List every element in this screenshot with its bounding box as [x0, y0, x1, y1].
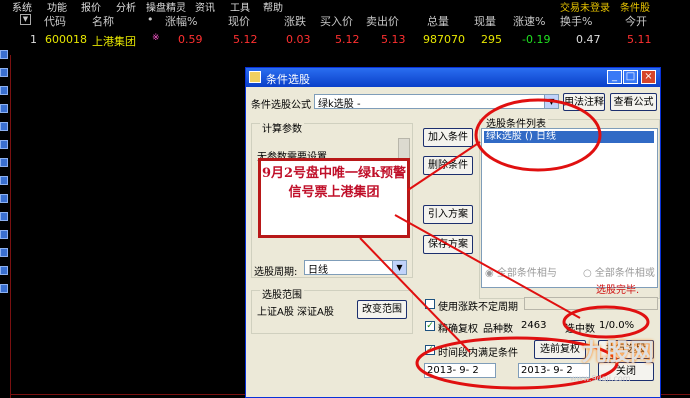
pointer-arrow	[359, 237, 471, 353]
highlight-ellipse	[474, 98, 602, 172]
watermark-url: www.9daji.com	[570, 374, 631, 383]
watermark-logo: 九股网	[582, 338, 654, 366]
pointer-arrow	[407, 141, 481, 191]
